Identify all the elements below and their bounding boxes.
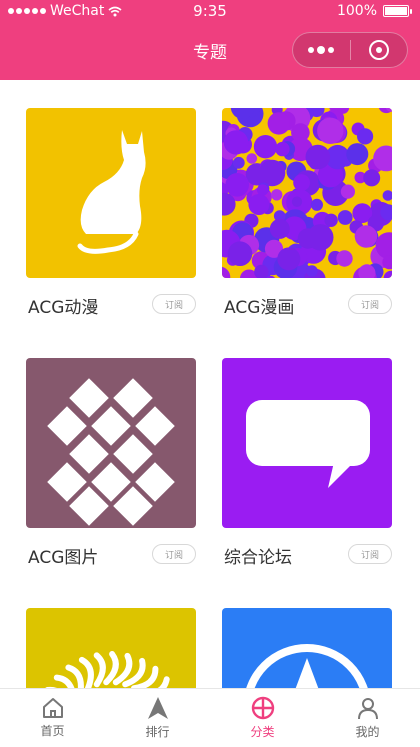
topic-thumbnail[interactable]: [222, 358, 392, 528]
topic-title: ACG图片: [28, 548, 99, 568]
tab-category[interactable]: 分类: [210, 689, 315, 747]
home-icon: [42, 698, 63, 718]
header: WeChat 9:35 100% 专题: [0, 0, 420, 80]
user-icon: [357, 698, 378, 720]
subscribe-button[interactable]: 订阅: [348, 294, 392, 314]
close-mini-program-button[interactable]: [351, 33, 408, 67]
more-button[interactable]: [293, 33, 350, 67]
topic-grid: ACG动漫 订阅 ACG漫画 订阅 ACG图片 订阅 综合论坛 订阅: [0, 80, 420, 688]
topic-card-acg-comics[interactable]: ACG漫画 订阅: [222, 108, 392, 318]
topic-card-sun[interactable]: [26, 608, 196, 688]
tab-home[interactable]: 首页: [0, 689, 105, 747]
tab-label: 分类: [250, 725, 275, 739]
subscribe-button[interactable]: 订阅: [152, 294, 196, 314]
status-bar: WeChat 9:35 100%: [0, 0, 420, 22]
cat-icon: [77, 130, 146, 254]
bubbles-pattern: [222, 108, 392, 278]
diamond-pattern-icon: [47, 378, 175, 526]
sun-icon: [45, 651, 170, 688]
tab-label: 排行: [145, 725, 170, 739]
topic-card-acg-images[interactable]: ACG图片 订阅: [26, 358, 196, 568]
topic-thumbnail[interactable]: [222, 608, 392, 688]
topic-card-forum[interactable]: 综合论坛 订阅: [222, 358, 392, 568]
topic-title: ACG动漫: [28, 298, 99, 318]
tab-mine[interactable]: 我的: [315, 689, 420, 747]
topic-card-compass[interactable]: [222, 608, 392, 688]
topic-title: ACG漫画: [224, 298, 295, 318]
tab-label: 首页: [40, 724, 65, 738]
topic-thumbnail[interactable]: [222, 108, 392, 278]
compass-icon: [246, 644, 368, 688]
mini-program-capsule: [292, 32, 408, 68]
speech-bubble-icon: [246, 400, 370, 488]
category-icon: [251, 696, 274, 720]
subscribe-button[interactable]: 订阅: [152, 544, 196, 564]
topic-thumbnail[interactable]: [26, 108, 196, 278]
topic-thumbnail[interactable]: [26, 608, 196, 688]
topic-card-acg-anime[interactable]: ACG动漫 订阅: [26, 108, 196, 318]
navigation-arrow-icon: [147, 697, 168, 719]
topic-title: 综合论坛: [224, 548, 292, 568]
subscribe-button[interactable]: 订阅: [348, 544, 392, 564]
battery-icon: [383, 5, 412, 17]
bottom-tab-bar: 首页 排行 分类 我的: [0, 688, 420, 747]
more-dots-icon: [308, 45, 335, 54]
app-screen: WeChat 9:35 100% 专题 ACG动漫 订阅 ACG漫画 订阅 AC…: [0, 0, 420, 747]
battery-percent: 100%: [336, 3, 377, 19]
close-circle-icon: [368, 40, 389, 60]
tab-label: 我的: [355, 725, 380, 739]
tab-ranking[interactable]: 排行: [105, 689, 210, 747]
status-right: 100%: [337, 3, 412, 19]
topic-thumbnail[interactable]: [26, 358, 196, 528]
